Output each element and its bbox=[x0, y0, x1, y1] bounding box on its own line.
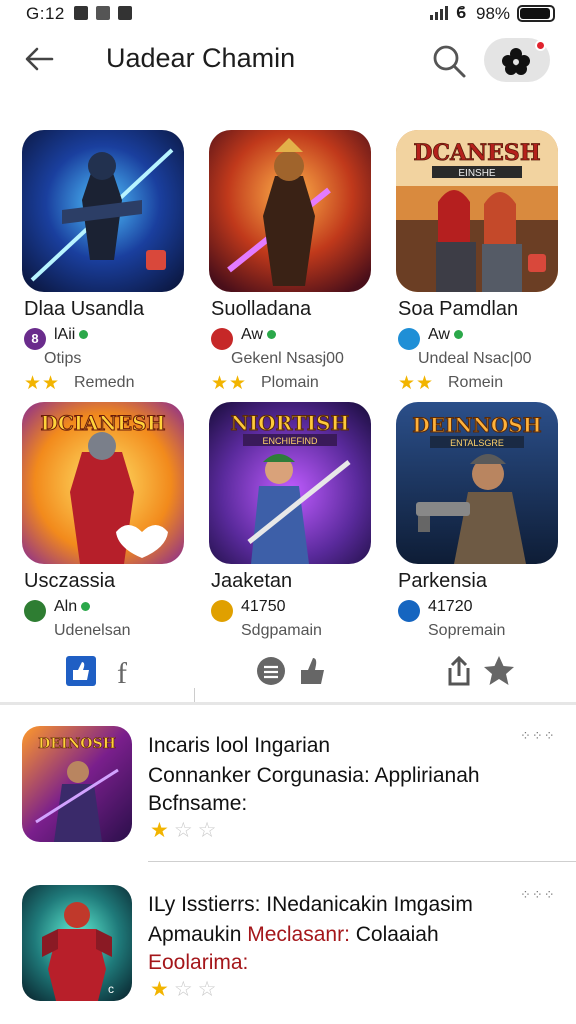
facebook-button[interactable]: f bbox=[110, 654, 144, 690]
game-meta: Gekenl Nsasj00 bbox=[231, 350, 344, 367]
game-thumbnail[interactable]: DEINNOSH ENTALSGRE bbox=[396, 402, 558, 564]
developer-icon bbox=[398, 328, 420, 350]
game-meta: Otips bbox=[44, 350, 82, 367]
game-thumbnail[interactable]: DCIANESH bbox=[22, 402, 184, 564]
online-indicator bbox=[79, 330, 89, 340]
share-out-button[interactable] bbox=[442, 654, 476, 688]
wifi-icon: ϐ bbox=[456, 3, 467, 22]
more-options-icon[interactable]: ⁘⁘⁘ bbox=[520, 728, 556, 744]
svg-text:c: c bbox=[108, 982, 114, 996]
game-title: Dlaa Usandla bbox=[24, 298, 145, 320]
game-meta: Udenelsan bbox=[54, 622, 131, 639]
search-button[interactable] bbox=[428, 40, 470, 82]
svg-text:f: f bbox=[117, 657, 127, 688]
like-button[interactable] bbox=[296, 654, 330, 688]
game-thumbnail[interactable]: DEINOSH bbox=[22, 726, 132, 842]
online-indicator bbox=[266, 330, 276, 340]
status-bar: G:12 ϐ 98% bbox=[0, 0, 576, 28]
notification-icon bbox=[118, 6, 132, 20]
divider bbox=[194, 688, 195, 702]
game-title: Jaaketan bbox=[211, 570, 293, 592]
game-title: Soa Pamdlan bbox=[398, 298, 519, 320]
developer-name: Aw bbox=[428, 326, 463, 344]
game-meta: Sdgpamain bbox=[241, 622, 322, 639]
notification-badge bbox=[535, 40, 546, 51]
arrow-left-icon bbox=[25, 47, 54, 71]
star-rating: ★★ bbox=[24, 373, 61, 394]
list-item[interactable]: DEINOSH Incaris lool Ingarian Connanker … bbox=[0, 726, 576, 866]
menu-icon bbox=[257, 657, 285, 685]
item-subtitle: Connanker Corgunasia: Applirianah bbox=[148, 764, 480, 787]
game-title: Suolladana bbox=[211, 298, 312, 320]
svg-text:DCANESH: DCANESH bbox=[413, 140, 540, 166]
signal-icon bbox=[430, 6, 450, 20]
developer-name: Aln bbox=[54, 598, 91, 616]
svg-text:DEINNOSH: DEINNOSH bbox=[412, 413, 541, 437]
flower-icon bbox=[502, 48, 530, 75]
share-row: f bbox=[0, 654, 576, 694]
app-bar: Uadear Chamin bbox=[0, 30, 576, 92]
more-options-icon[interactable]: ⁘⁘⁘ bbox=[520, 887, 556, 903]
svg-text:DEINOSH: DEINOSH bbox=[38, 736, 116, 752]
list-divider bbox=[148, 861, 576, 862]
developer-icon: 8 bbox=[24, 328, 46, 350]
game-meta: Undeal Nsac|00 bbox=[418, 350, 532, 367]
svg-text:NIORTISH: NIORTISH bbox=[231, 411, 350, 435]
rating-label: Romein bbox=[448, 374, 504, 391]
game-meta: Sopremain bbox=[428, 622, 506, 639]
section-divider bbox=[0, 702, 576, 705]
developer-icon bbox=[24, 600, 46, 622]
developer-name: 41720 bbox=[428, 598, 473, 615]
share-button[interactable] bbox=[64, 654, 98, 688]
rating-label: Remedn bbox=[74, 374, 135, 391]
thumbs-up-icon bbox=[66, 656, 96, 686]
menu-button[interactable] bbox=[254, 654, 288, 688]
page-title: Uadear Chamin bbox=[106, 43, 296, 73]
star-rating: ★☆☆ bbox=[150, 978, 222, 1001]
developer-name: lAii bbox=[54, 326, 89, 344]
item-title: ILy Isstierrs: INedanicakin Imgasim bbox=[148, 893, 473, 916]
item-category: Eoolarima: bbox=[148, 951, 249, 974]
battery-icon bbox=[517, 5, 555, 22]
svg-text:DCIANESH: DCIANESH bbox=[41, 411, 166, 435]
notification-icon bbox=[74, 6, 88, 20]
developer-name: 41750 bbox=[241, 598, 286, 615]
profile-button[interactable] bbox=[484, 38, 550, 82]
svg-text:ENTALSGRE: ENTALSGRE bbox=[450, 438, 504, 448]
developer-icon bbox=[211, 328, 233, 350]
star-rating: ★★ bbox=[211, 373, 248, 394]
item-title: Incaris lool Ingarian bbox=[148, 734, 331, 757]
thumbs-up-icon bbox=[301, 658, 324, 684]
star-icon bbox=[484, 656, 514, 685]
rating-label: Plomain bbox=[261, 374, 319, 391]
favorite-button[interactable] bbox=[482, 654, 516, 688]
svg-text:ENCHIEFIND: ENCHIEFIND bbox=[262, 436, 318, 446]
game-thumbnail[interactable] bbox=[22, 130, 184, 292]
share-icon bbox=[448, 655, 470, 686]
back-button[interactable] bbox=[22, 42, 62, 78]
game-title: Usczassia bbox=[24, 570, 116, 592]
developer-name: Aw bbox=[241, 326, 276, 344]
item-subtitle: Apmaukin Meclasanr: Colaaiah bbox=[148, 923, 439, 946]
battery-percent: 98% bbox=[476, 4, 511, 23]
developer-icon bbox=[211, 600, 233, 622]
search-icon bbox=[433, 45, 466, 78]
star-rating: ★☆☆ bbox=[150, 819, 222, 842]
online-indicator bbox=[81, 602, 91, 612]
game-title: Parkensia bbox=[398, 570, 487, 592]
item-category: Bcfnsame: bbox=[148, 792, 248, 815]
game-thumbnail[interactable]: DCANESH EINSHE bbox=[396, 130, 558, 292]
notification-icon bbox=[96, 6, 110, 20]
status-time: G:12 bbox=[26, 4, 65, 23]
game-thumbnail[interactable]: NIORTISH ENCHIEFIND bbox=[209, 402, 371, 564]
star-rating: ★★ bbox=[398, 373, 435, 394]
game-thumbnail[interactable] bbox=[209, 130, 371, 292]
developer-icon bbox=[398, 600, 420, 622]
game-thumbnail[interactable]: c bbox=[22, 885, 132, 1001]
online-indicator bbox=[453, 330, 463, 340]
svg-text:EINSHE: EINSHE bbox=[458, 168, 496, 179]
list-item[interactable]: c ILy Isstierrs: INedanicakin Imgasim Ap… bbox=[0, 885, 576, 1024]
facebook-icon: f bbox=[117, 657, 127, 690]
